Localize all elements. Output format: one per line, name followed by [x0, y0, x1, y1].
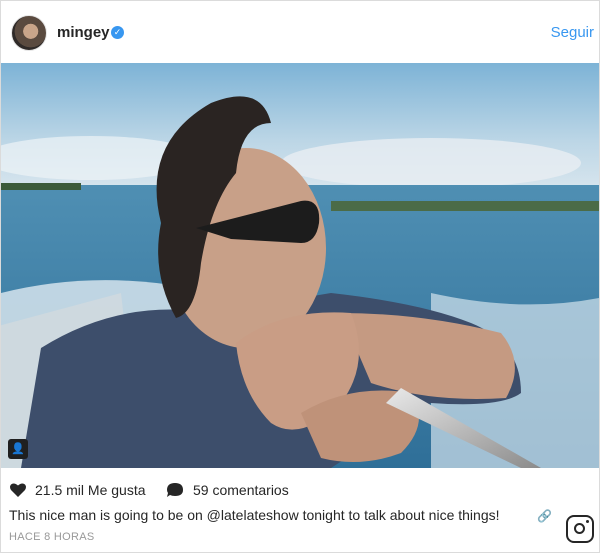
verified-badge-icon: ✓	[111, 26, 124, 39]
comment-bubble-icon[interactable]	[166, 482, 184, 498]
post-image	[1, 63, 599, 468]
comments-count[interactable]: 59 comentarios	[193, 482, 289, 498]
instagram-post-card: mingey ✓ Seguir 👤 21.5 mil Me gusta 59 c…	[0, 0, 600, 553]
avatar[interactable]	[11, 15, 47, 51]
follow-button[interactable]: Seguir	[551, 24, 594, 41]
camera-flash-icon	[586, 520, 589, 523]
post-header: mingey ✓ Seguir	[1, 1, 599, 63]
post-actions: 21.5 mil Me gusta 59 comentarios	[1, 479, 599, 501]
user-tag-icon[interactable]: 👤	[8, 439, 28, 459]
link-icon[interactable]: 🔗	[537, 509, 552, 523]
post-caption: This nice man is going to be on @latelat…	[9, 507, 500, 523]
heart-icon[interactable]	[9, 482, 27, 498]
post-timestamp: HACE 8 HORAS	[9, 531, 95, 543]
username[interactable]: mingey	[57, 24, 110, 41]
instagram-logo-icon[interactable]	[566, 515, 594, 543]
likes-count[interactable]: 21.5 mil Me gusta	[35, 482, 146, 498]
post-photo[interactable]: 👤	[1, 63, 599, 468]
camera-lens-icon	[574, 523, 585, 534]
